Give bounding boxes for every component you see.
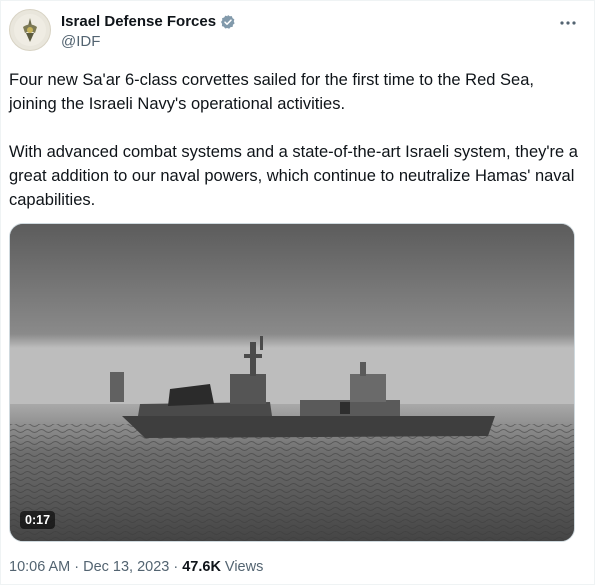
tweet-text: Four new Sa'ar 6-class corvettes sailed … [9,71,578,209]
tweet-date[interactable]: Dec 13, 2023 [83,559,169,575]
more-options-button[interactable] [556,13,580,33]
views-label: Views [224,559,264,575]
avatar[interactable] [9,9,51,51]
meta-separator: · [173,559,179,575]
author-handle[interactable]: @IDF [61,33,236,50]
video-thumbnail [10,224,574,541]
more-horizontal-icon [560,21,576,25]
video-duration: 0:17 [20,511,56,529]
tweet-card: Israel Defense Forces @IDF Four new Sa'a… [0,0,595,585]
tweet-time[interactable]: 10:06 AM [9,559,70,575]
idf-emblem-icon [14,14,46,46]
tweet-meta: 10:06 AM · Dec 13, 2023 · 47.6K Views [9,559,267,575]
video-player[interactable]: 0:17 [9,223,575,542]
author-name[interactable]: Israel Defense Forces [61,13,216,30]
verified-badge-icon [221,14,235,29]
views-count[interactable]: 47.6K [182,559,221,575]
meta-separator: · [74,559,80,575]
tweet-header: Israel Defense Forces @IDF [9,9,580,57]
